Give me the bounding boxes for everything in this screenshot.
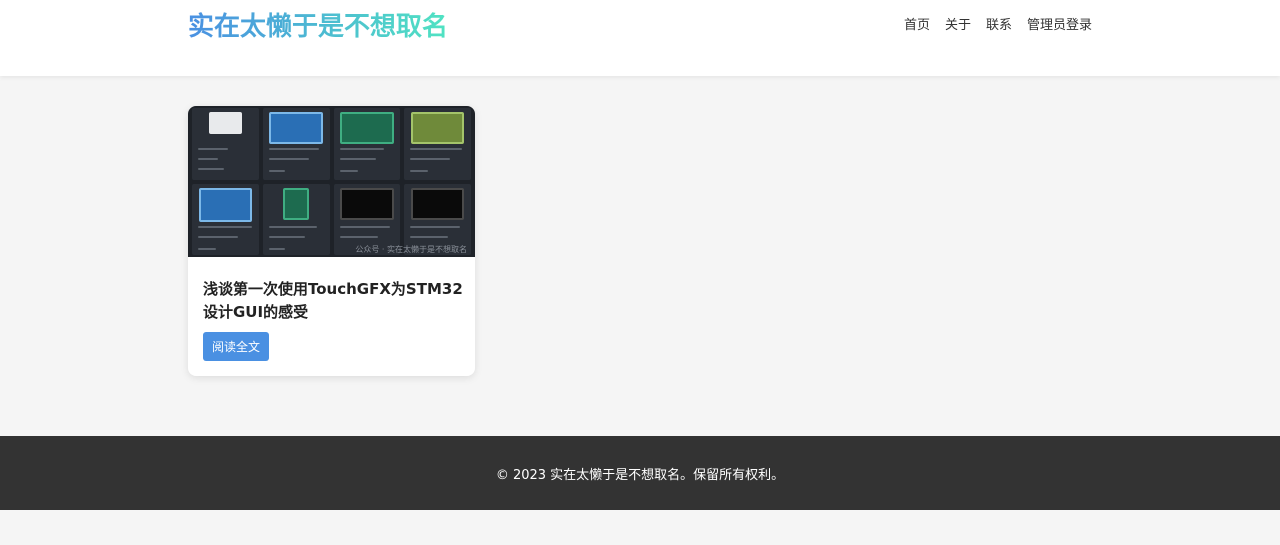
- post-title[interactable]: 浅谈第一次使用TouchGFX为STM32设计GUI的感受: [203, 278, 463, 324]
- post-card: 公众号 · 实在太懒于是不想取名 浅谈第一次使用TouchGFX为STM32设计…: [188, 106, 475, 376]
- read-more-button[interactable]: 阅读全文: [203, 332, 269, 361]
- thumbnail-tile: [192, 108, 259, 180]
- thumbnail-tile: [192, 183, 259, 255]
- nav-home[interactable]: 首页: [904, 14, 930, 33]
- site-footer: © 2023 实在太懒于是不想取名。保留所有权利。: [0, 436, 1280, 510]
- thumbnail-tile: [333, 108, 401, 180]
- main-nav: 首页 关于 联系 管理员登录: [904, 14, 1092, 33]
- site-logo[interactable]: 实在太懒于是不想取名: [188, 6, 448, 43]
- post-thumbnail[interactable]: 公众号 · 实在太懒于是不想取名: [188, 106, 475, 257]
- thumbnail-tile: [404, 108, 471, 180]
- thumbnail-tile: [262, 183, 330, 255]
- thumbnail-watermark: 公众号 · 实在太懒于是不想取名: [355, 245, 467, 254]
- thumbnail-tile: [262, 108, 330, 180]
- nav-admin-login[interactable]: 管理员登录: [1027, 14, 1092, 33]
- nav-contact[interactable]: 联系: [986, 14, 1012, 33]
- nav-about[interactable]: 关于: [945, 14, 971, 33]
- site-header: 实在太懒于是不想取名 首页 关于 联系 管理员登录: [0, 0, 1280, 76]
- copyright-text: © 2023 实在太懒于是不想取名。保留所有权利。: [495, 467, 785, 483]
